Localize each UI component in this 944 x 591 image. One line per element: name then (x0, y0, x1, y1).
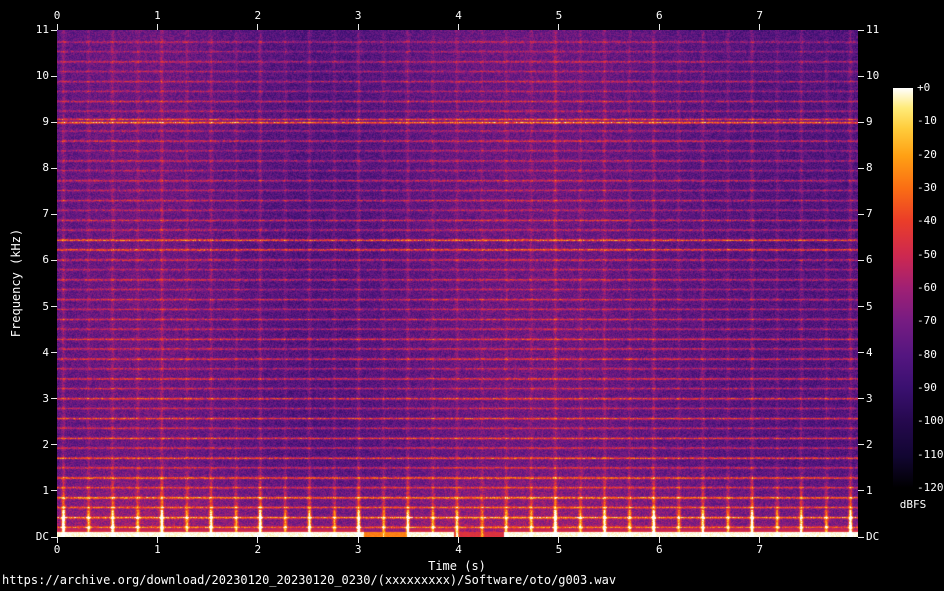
x-tick-label-bottom: 2 (254, 543, 262, 556)
y-tick-label-left: 11 (35, 23, 49, 36)
x-tick-label-bottom: 4 (455, 543, 462, 556)
y-tick-mark-right (858, 167, 864, 169)
colorbar-gradient (893, 88, 913, 488)
y-tick-label-right: 4 (866, 345, 873, 359)
y-tick-label-right: 11 (866, 23, 880, 36)
y-tick-label-left: 8 (42, 161, 49, 175)
y-tick-label-left: 3 (42, 391, 49, 405)
colorbar-tick-label: -70 (917, 314, 937, 328)
colorbar-tick-label: -90 (917, 381, 937, 394)
y-tick-mark-right (858, 213, 864, 215)
x-tick-mark-top (658, 24, 660, 30)
x-tick-label-top: 3 (354, 9, 362, 22)
x-tick-mark-top (257, 24, 259, 30)
y-tick-label-left: 4 (42, 345, 49, 359)
y-tick-label-left: 9 (42, 115, 49, 129)
x-tick-label-top: 0 (53, 9, 61, 22)
y-tick-mark-left (51, 259, 57, 261)
x-tick-mark-top (558, 24, 560, 30)
y-tick-label-right: 2 (866, 437, 873, 451)
y-tick-label-left: 1 (42, 483, 49, 497)
source-url: https://archive.org/download/20230120_20… (2, 573, 617, 587)
y-tick-mark-left (51, 444, 57, 446)
x-tick-label-bottom: 5 (555, 543, 563, 556)
x-tick-mark-top (759, 24, 761, 30)
x-tick-label-bottom: 6 (655, 543, 663, 556)
x-tick-label-top: 2 (254, 9, 262, 22)
y-tick-label-right: 8 (866, 161, 873, 175)
x-tick-label-top: 7 (756, 9, 763, 22)
y-tick-label-left: DC (35, 530, 49, 543)
y-tick-mark-right (858, 259, 864, 261)
colorbar-tick-label: -80 (917, 347, 937, 361)
y-tick-label-left: 10 (35, 69, 49, 83)
y-tick-mark-left (51, 213, 57, 215)
colorbar-tick-label: -50 (917, 247, 937, 261)
y-tick-mark-right (858, 352, 864, 354)
colorbar-tick-label: -20 (917, 147, 937, 161)
x-tick-label-bottom: 7 (756, 543, 763, 556)
y-tick-mark-left (51, 121, 57, 123)
y-tick-mark-left (51, 490, 57, 492)
y-axis-label: Frequency (kHz) (9, 228, 23, 338)
y-tick-mark-left (51, 29, 57, 31)
x-tick-label-top: 4 (455, 9, 462, 22)
y-tick-mark-left (51, 352, 57, 354)
y-tick-mark-right (858, 29, 864, 31)
y-tick-label-right: 3 (866, 391, 873, 405)
x-tick-label-bottom: 1 (154, 543, 161, 556)
spectrogram-canvas (57, 30, 858, 537)
y-tick-mark-left (51, 398, 57, 400)
colorbar-tick-label: +0 (917, 81, 931, 94)
colorbar-tick-label: -120 (917, 481, 944, 494)
y-tick-mark-right (858, 306, 864, 308)
colorbar-tick-label: -10 (917, 114, 937, 128)
x-tick-mark-top (458, 24, 459, 30)
y-tick-mark-right (858, 444, 864, 446)
colorbar-tick-label: -30 (917, 181, 937, 194)
y-tick-mark-left (51, 75, 57, 77)
y-tick-mark-right (858, 75, 864, 77)
y-tick-label-left: 5 (42, 299, 49, 313)
x-axis-label: Time (s) (428, 559, 486, 573)
y-tick-label-right: 7 (866, 207, 873, 221)
colorbar-tick-label: -40 (917, 214, 937, 228)
y-tick-mark-left (51, 536, 57, 538)
colorbar-tick-label: -110 (917, 447, 944, 461)
y-tick-label-right: 1 (866, 483, 873, 497)
x-tick-mark-top (357, 24, 359, 30)
y-tick-mark-left (51, 306, 57, 308)
y-tick-label-right: 10 (866, 69, 880, 83)
y-tick-label-right: 9 (866, 115, 873, 129)
spectrogram-window: Frequency (kHz) Time (s) dBFS https://ar… (0, 0, 944, 591)
y-tick-label-left: 2 (42, 437, 49, 451)
y-tick-label-left: 6 (42, 253, 49, 267)
y-tick-label-right: 6 (866, 253, 873, 267)
y-tick-mark-right (858, 398, 864, 400)
colorbar-tick-label: -60 (917, 281, 937, 294)
y-tick-mark-right (858, 490, 864, 492)
colorbar-tick-label: -100 (917, 414, 944, 428)
y-tick-mark-left (51, 167, 57, 169)
x-tick-label-bottom: 0 (53, 543, 61, 556)
y-tick-label-right: DC (866, 530, 880, 543)
x-tick-label-bottom: 3 (354, 543, 362, 556)
y-tick-mark-right (858, 121, 864, 123)
x-tick-label-top: 1 (154, 9, 161, 22)
x-tick-label-top: 5 (555, 9, 563, 22)
y-tick-label-right: 5 (866, 299, 873, 313)
x-tick-label-top: 6 (655, 9, 663, 22)
y-tick-mark-right (858, 536, 864, 538)
x-tick-mark-top (156, 24, 158, 30)
colorbar-unit-label: dBFS (899, 498, 927, 511)
y-tick-label-left: 7 (42, 207, 49, 221)
